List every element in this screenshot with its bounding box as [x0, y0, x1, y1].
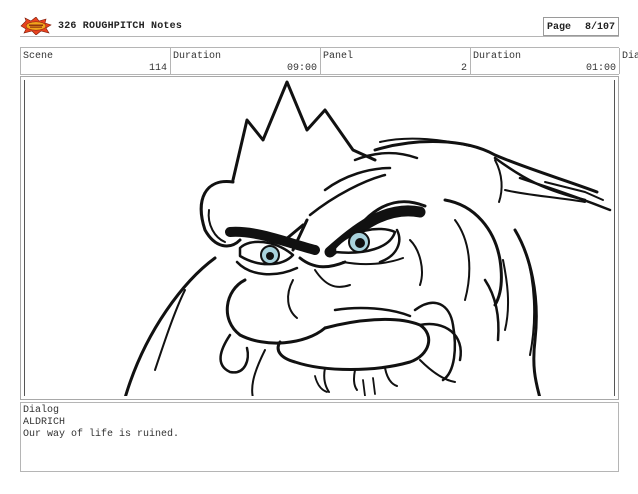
- panel-info-row: Scene 114 Duration 09:00 Panel 2 Duratio…: [20, 48, 638, 74]
- scene-duration-label: Duration: [173, 51, 222, 62]
- character-sketch: [124, 80, 612, 396]
- header-divider: [20, 36, 619, 37]
- dialog-label: Dialog: [23, 405, 60, 416]
- dialog-character: ALDRICH: [23, 417, 66, 428]
- panel-duration-value: 01:00: [585, 63, 616, 74]
- info-row-bottom-border: [20, 74, 619, 75]
- dialog-field-label: Dia: [622, 51, 638, 62]
- dialog-box: Dialog ALDRICH Our way of life is ruined…: [20, 402, 619, 472]
- page-number: 8/107: [584, 22, 615, 33]
- storyboard-panel: [20, 76, 619, 400]
- page-indicator: Page 8/107: [543, 17, 619, 36]
- panel-canvas: [24, 80, 615, 396]
- dialog-field-truncated: Dia: [619, 48, 638, 74]
- panel-duration-field: Duration 01:00: [470, 48, 619, 74]
- page-label: Page: [547, 22, 572, 33]
- scene-value: 114: [148, 63, 167, 74]
- scene-duration-value: 09:00: [286, 63, 317, 74]
- scene-duration-field: Duration 09:00: [170, 48, 320, 74]
- panel-value: 2: [460, 63, 467, 74]
- panel-duration-label: Duration: [473, 51, 522, 62]
- scene-field: Scene 114: [20, 48, 170, 74]
- dialog-line: Our way of life is ruined.: [23, 429, 180, 440]
- document-title: 326 ROUGHPITCH Notes: [58, 21, 183, 32]
- logo-icon: [20, 17, 52, 35]
- panel-field: Panel 2: [320, 48, 470, 74]
- scene-label: Scene: [23, 51, 54, 62]
- panel-label: Panel: [323, 51, 354, 62]
